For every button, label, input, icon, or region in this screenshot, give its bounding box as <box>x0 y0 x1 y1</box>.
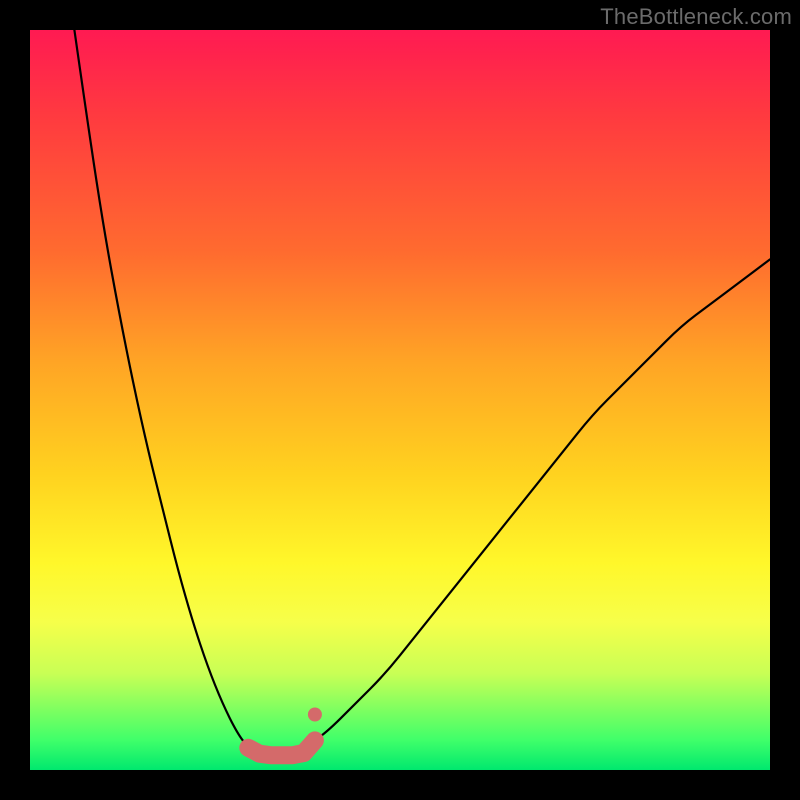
bottom-marker-band <box>248 740 315 755</box>
left-curve <box>74 30 248 748</box>
plot-area <box>30 30 770 770</box>
chart-svg <box>30 30 770 770</box>
right-curve <box>315 259 770 740</box>
chart-frame: TheBottleneck.com <box>0 0 800 800</box>
watermark-text: TheBottleneck.com <box>600 4 792 30</box>
marker-dot <box>308 708 322 722</box>
